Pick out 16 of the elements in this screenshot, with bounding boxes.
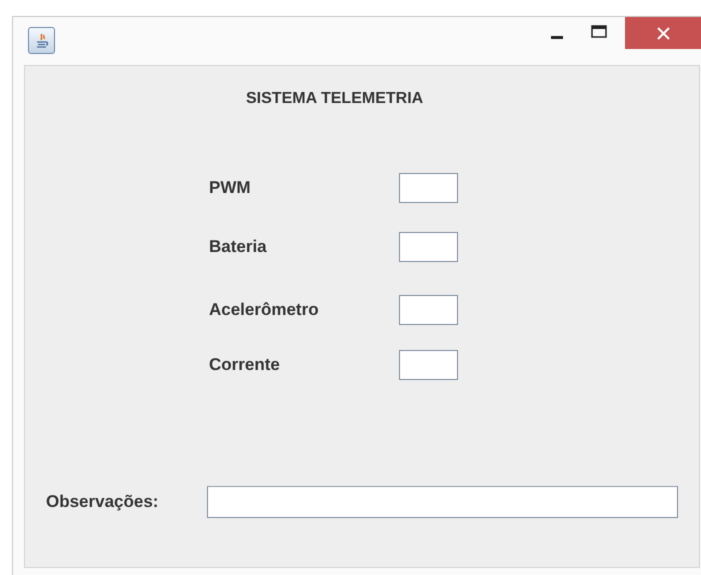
maximize-icon bbox=[591, 24, 607, 38]
input-field[interactable] bbox=[399, 232, 458, 262]
input-field[interactable] bbox=[399, 295, 458, 325]
field-label: Bateria bbox=[209, 236, 268, 258]
field-label: Corrente bbox=[209, 354, 281, 376]
observations-field[interactable] bbox=[207, 486, 678, 518]
field-label: Observações: bbox=[46, 491, 160, 514]
app-icon bbox=[28, 27, 55, 54]
field-label: PWM bbox=[209, 177, 252, 200]
heading: SISTEMA TELEMETRIA bbox=[246, 89, 424, 109]
input-field[interactable] bbox=[399, 350, 458, 380]
input-field[interactable] bbox=[399, 173, 458, 203]
minimize-icon bbox=[551, 36, 563, 40]
field-label: Acelerômetro bbox=[209, 299, 320, 322]
close-button[interactable] bbox=[625, 17, 701, 49]
close-icon bbox=[656, 26, 670, 40]
